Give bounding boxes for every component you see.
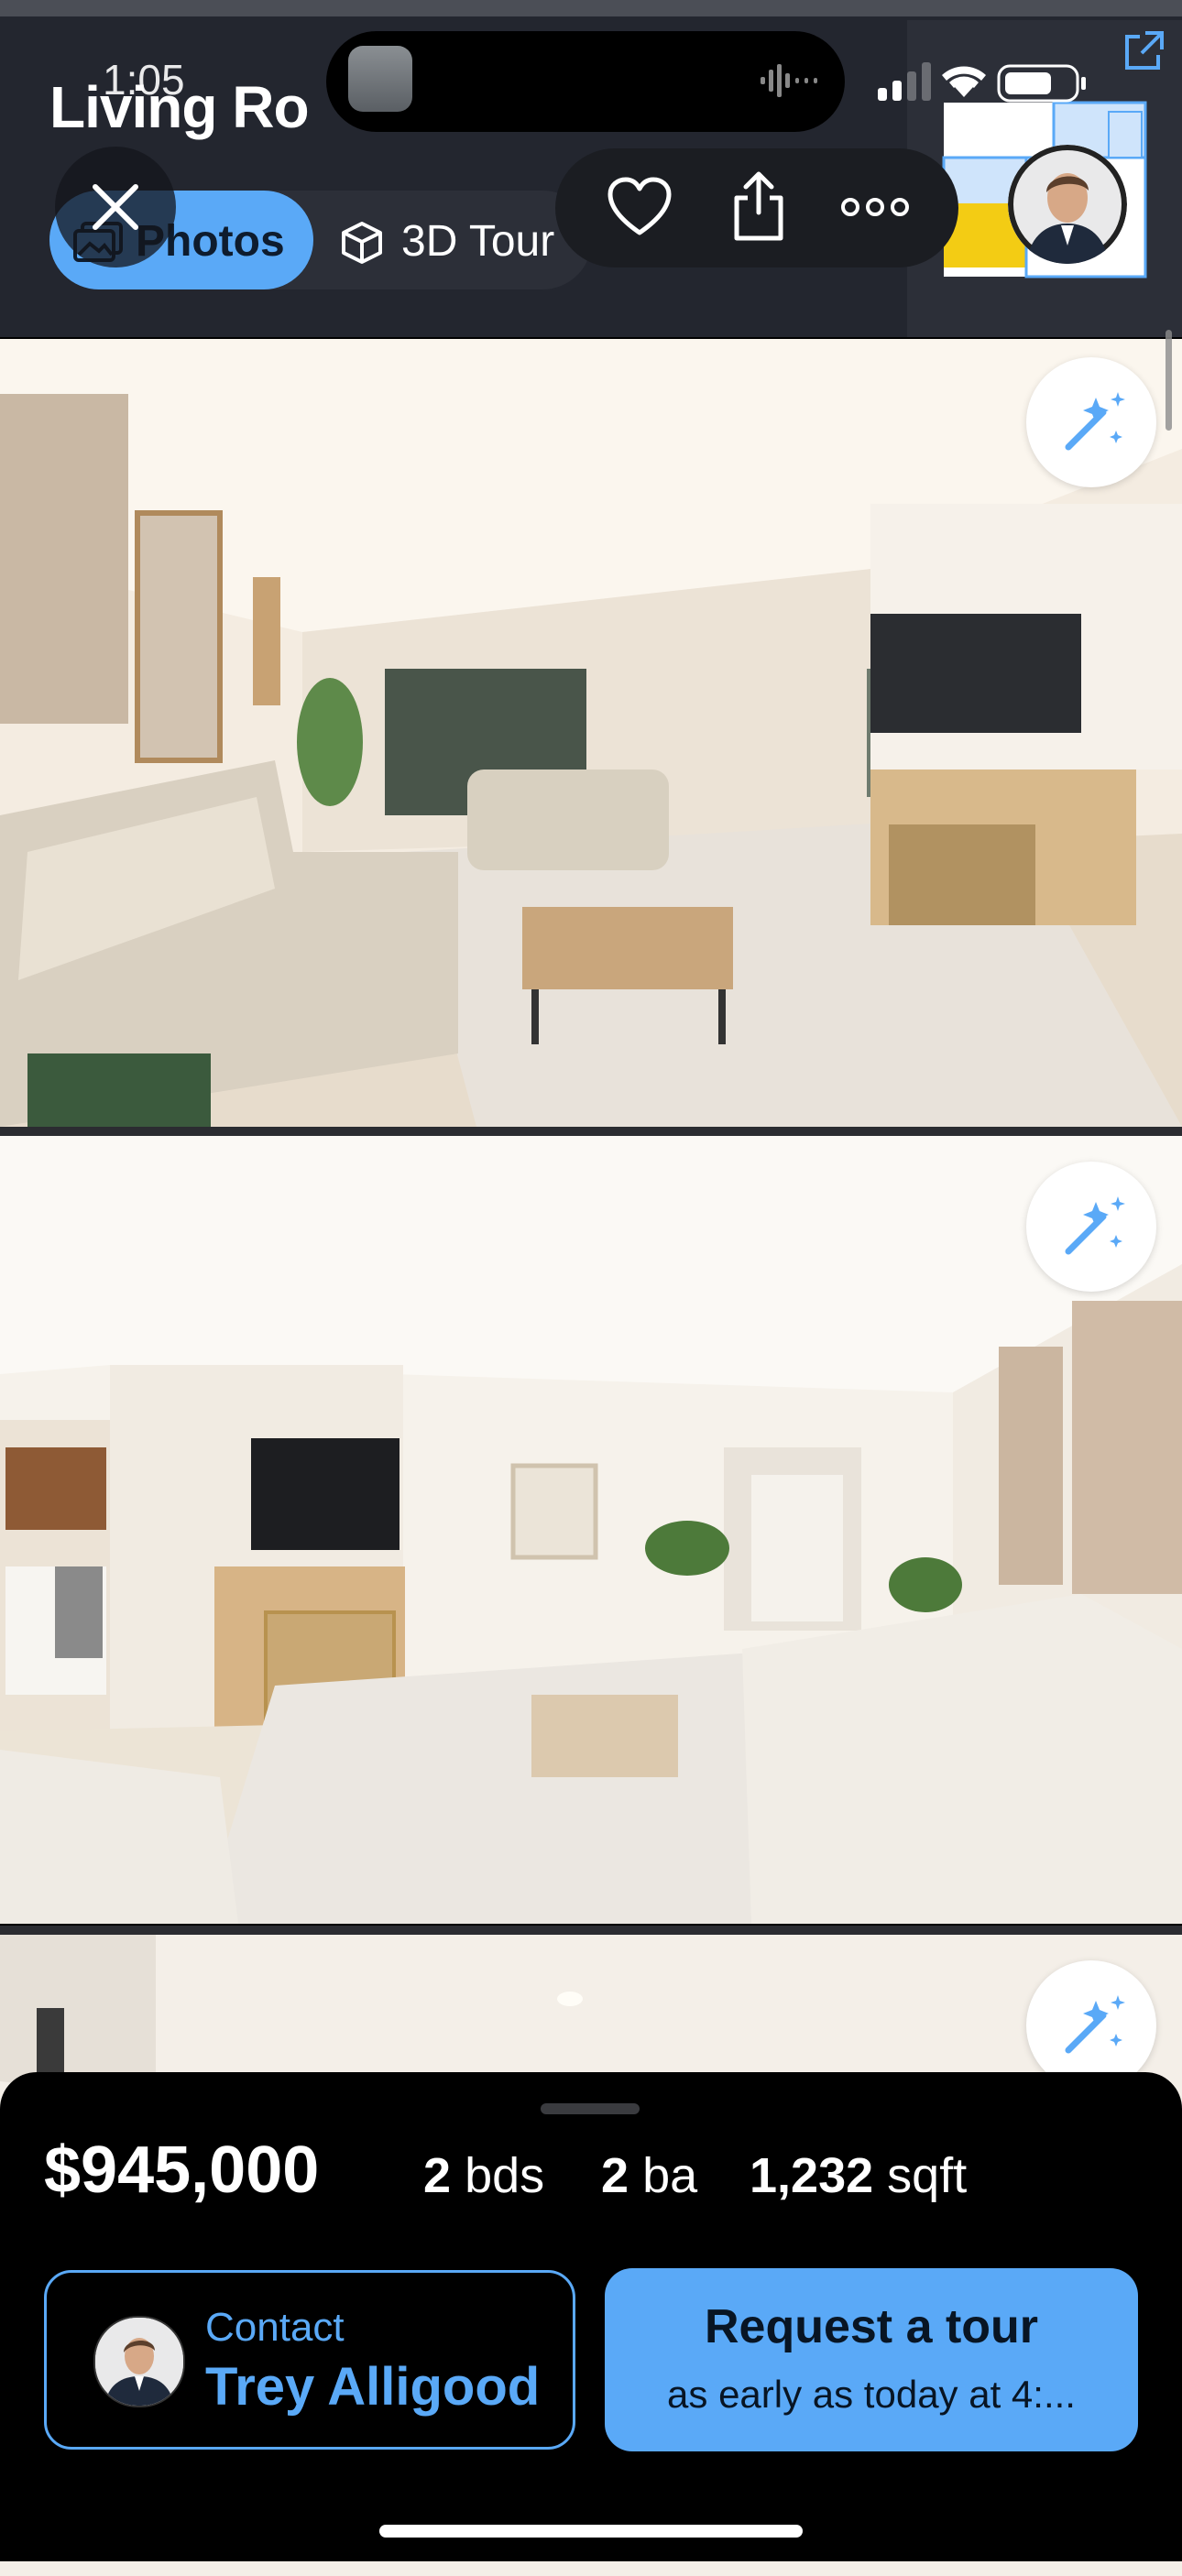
- magic-wand-icon: [1065, 392, 1125, 451]
- status-icons: [876, 55, 1151, 110]
- scrollbar[interactable]: [1166, 330, 1172, 431]
- sheet-grabber[interactable]: [541, 2103, 640, 2114]
- external-link-icon[interactable]: [1120, 27, 1167, 80]
- magic-wand-icon: [1065, 1196, 1125, 1255]
- close-icon: [93, 184, 138, 230]
- enhance-photo-button[interactable]: [1026, 1162, 1156, 1292]
- status-time: 1:05: [103, 56, 185, 104]
- header-top-divider: [0, 0, 1182, 16]
- square-footage: 1,232 sqft: [750, 2148, 968, 2203]
- enhance-photo-button[interactable]: [1026, 1960, 1156, 2090]
- contact-label: Contact: [205, 2305, 345, 2350]
- living-room-photo-2[interactable]: [0, 1136, 1182, 1924]
- listing-price: $945,000: [44, 2134, 320, 2207]
- wifi-icon: [942, 66, 986, 97]
- magic-wand-icon: [1065, 1995, 1125, 2054]
- tour-availability: as early as today at 4:...: [667, 2373, 1076, 2416]
- tab-3d-tour[interactable]: 3D Tour: [401, 216, 554, 267]
- agent-avatar[interactable]: [1008, 145, 1127, 264]
- signal-icon: [878, 62, 931, 101]
- battery-icon: [997, 64, 1086, 103]
- audio-wave-icon: [761, 64, 825, 97]
- agent-name: Trey Alligood: [205, 2357, 541, 2417]
- share-icon[interactable]: [731, 170, 786, 242]
- agent-avatar: [93, 2316, 185, 2407]
- cube-icon: [339, 220, 385, 270]
- living-room-photo-1[interactable]: [0, 339, 1182, 1127]
- heart-icon[interactable]: [607, 176, 673, 240]
- photo-divider: [0, 1127, 1182, 1136]
- close-button[interactable]: [55, 147, 176, 267]
- baths-count: 2 ba: [601, 2148, 698, 2203]
- photo-divider: [0, 1926, 1182, 1935]
- more-icon[interactable]: [841, 196, 909, 218]
- request-tour-label: Request a tour: [704, 2300, 1039, 2353]
- enhance-photo-button[interactable]: [1026, 357, 1156, 487]
- beds-count: 2 bds: [423, 2148, 545, 2203]
- now-playing-thumbnail: [348, 46, 412, 112]
- action-bar: [555, 148, 958, 267]
- request-tour-button[interactable]: [605, 2268, 1138, 2451]
- home-indicator[interactable]: [379, 2525, 803, 2538]
